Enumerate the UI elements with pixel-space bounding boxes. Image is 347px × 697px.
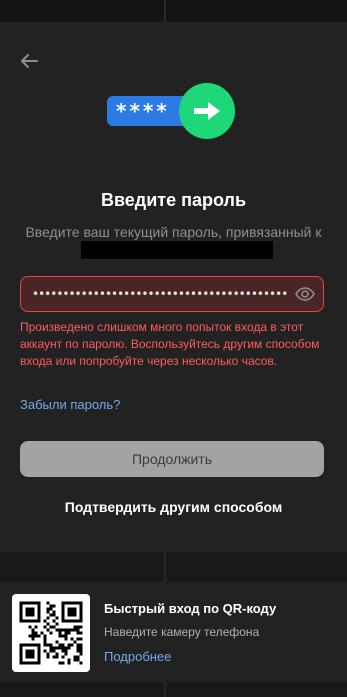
qr-code-image: [19, 601, 83, 665]
password-illustration: ****: [107, 82, 237, 140]
password-field[interactable]: [20, 276, 324, 312]
bottom-strip: [0, 682, 347, 697]
redacted-account: [80, 241, 273, 259]
top-strip: [0, 0, 347, 22]
arrow-left-icon: [21, 54, 38, 68]
qr-login-card: Быстрый вход по QR-коду Наведите камеру …: [0, 582, 347, 682]
section-gap: [0, 552, 347, 582]
qr-more-link[interactable]: Подробнее: [104, 649, 171, 664]
other-method-button[interactable]: Подтвердить другим способом: [0, 499, 347, 515]
qr-finder-pattern: [19, 643, 41, 665]
password-input[interactable]: [32, 277, 294, 311]
page-subtitle: Введите ваш текущий пароль, привязанный …: [14, 223, 333, 259]
show-password-button[interactable]: [295, 285, 315, 303]
arrow-right-icon: [194, 102, 220, 120]
bottom-strip-divider: [164, 682, 166, 697]
continue-button[interactable]: Продолжить: [20, 441, 324, 477]
forgot-password-link[interactable]: Забыли пароль?: [20, 397, 120, 412]
qr-subtitle: Наведите камеру телефона: [104, 625, 260, 639]
section-gap-divider: [164, 552, 166, 582]
qr-finder-pattern: [61, 601, 83, 623]
back-button[interactable]: [16, 48, 42, 74]
qr-finder-pattern: [19, 601, 41, 623]
arrow-circle: [179, 83, 235, 139]
subtitle-text: Введите ваш текущий пароль, привязанный …: [25, 224, 322, 240]
qr-code: [12, 594, 90, 672]
page-title: Введите пароль: [100, 190, 247, 210]
qr-title: Быстрый вход по QR-коду: [104, 601, 277, 616]
error-message: Произведено слишком много попыток входа …: [20, 320, 320, 368]
eye-icon: [295, 287, 315, 301]
top-strip-divider: [164, 0, 166, 22]
